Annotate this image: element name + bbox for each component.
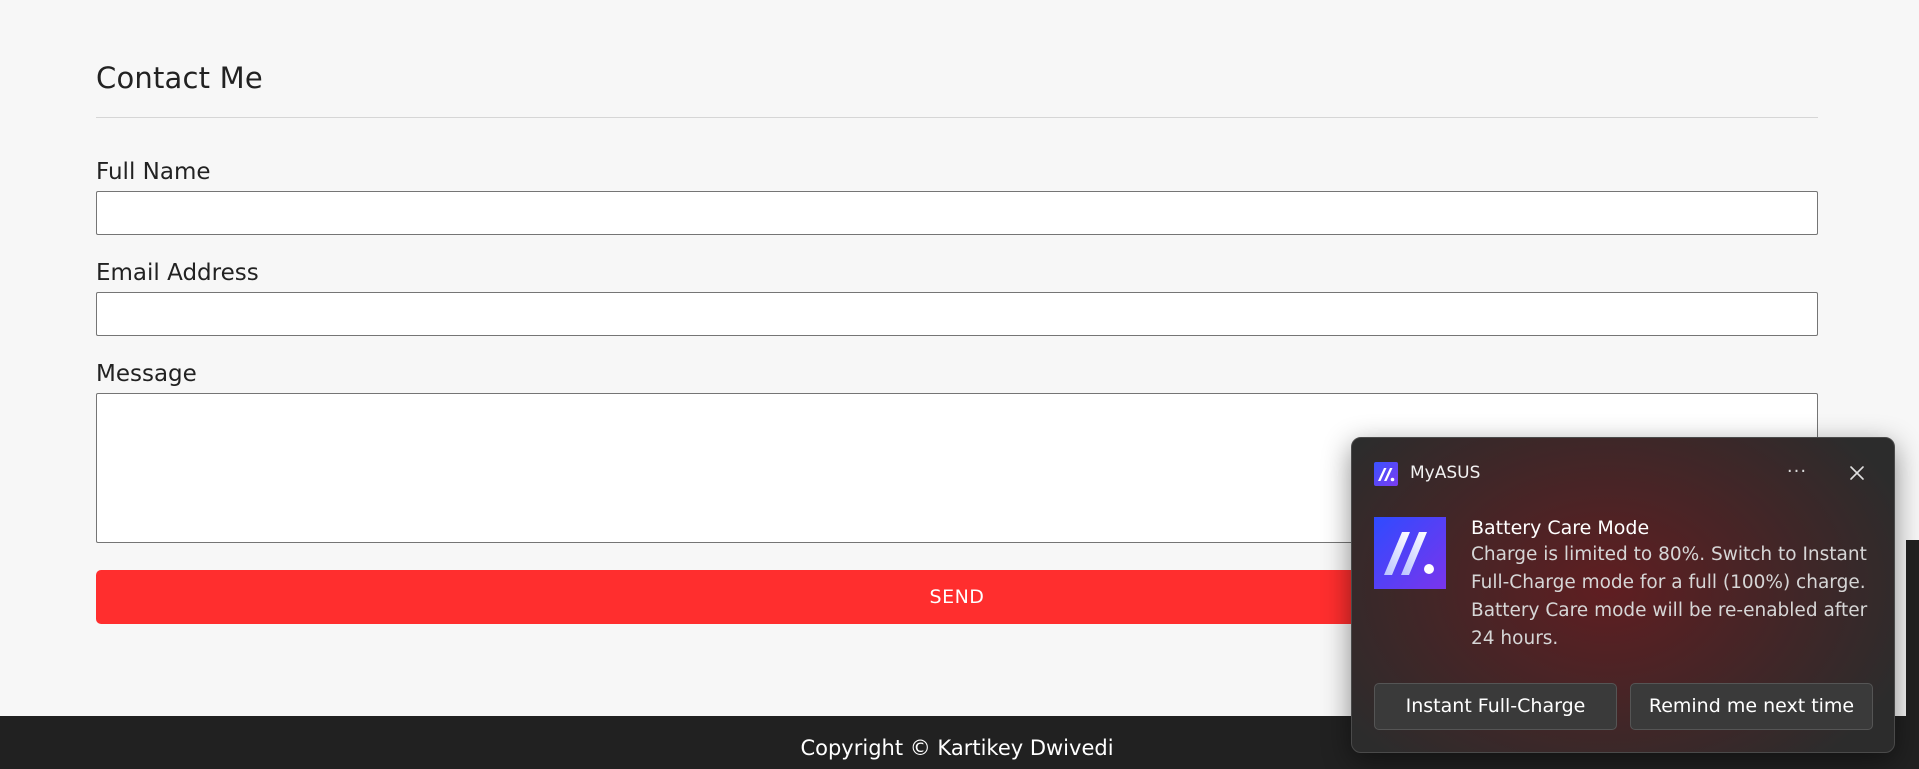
remind-next-time-button[interactable]: Remind me next time	[1630, 683, 1873, 730]
toast-title: Battery Care Mode	[1471, 517, 1650, 539]
full-name-label: Full Name	[96, 159, 211, 185]
full-name-input[interactable]	[96, 191, 1818, 235]
close-icon[interactable]	[1842, 458, 1872, 488]
myasus-icon	[1374, 462, 1398, 486]
email-input[interactable]	[96, 292, 1818, 336]
notification-toast[interactable]: MyASUS ··· Battery Care Mode Charge is l…	[1351, 437, 1895, 753]
section-title: Contact Me	[96, 61, 263, 95]
page: Contact Me Full Name Email Address Messa…	[0, 0, 1919, 769]
message-label: Message	[96, 361, 197, 387]
toast-app-name: MyASUS	[1410, 463, 1481, 483]
instant-full-charge-button[interactable]: Instant Full-Charge	[1374, 683, 1617, 730]
page-edge-strip	[1906, 540, 1919, 716]
myasus-logo-icon	[1374, 517, 1446, 589]
email-label: Email Address	[96, 260, 259, 286]
toast-body: Charge is limited to 80%. Switch to Inst…	[1471, 544, 1868, 649]
divider	[96, 117, 1818, 118]
more-options-icon[interactable]: ···	[1782, 458, 1812, 488]
